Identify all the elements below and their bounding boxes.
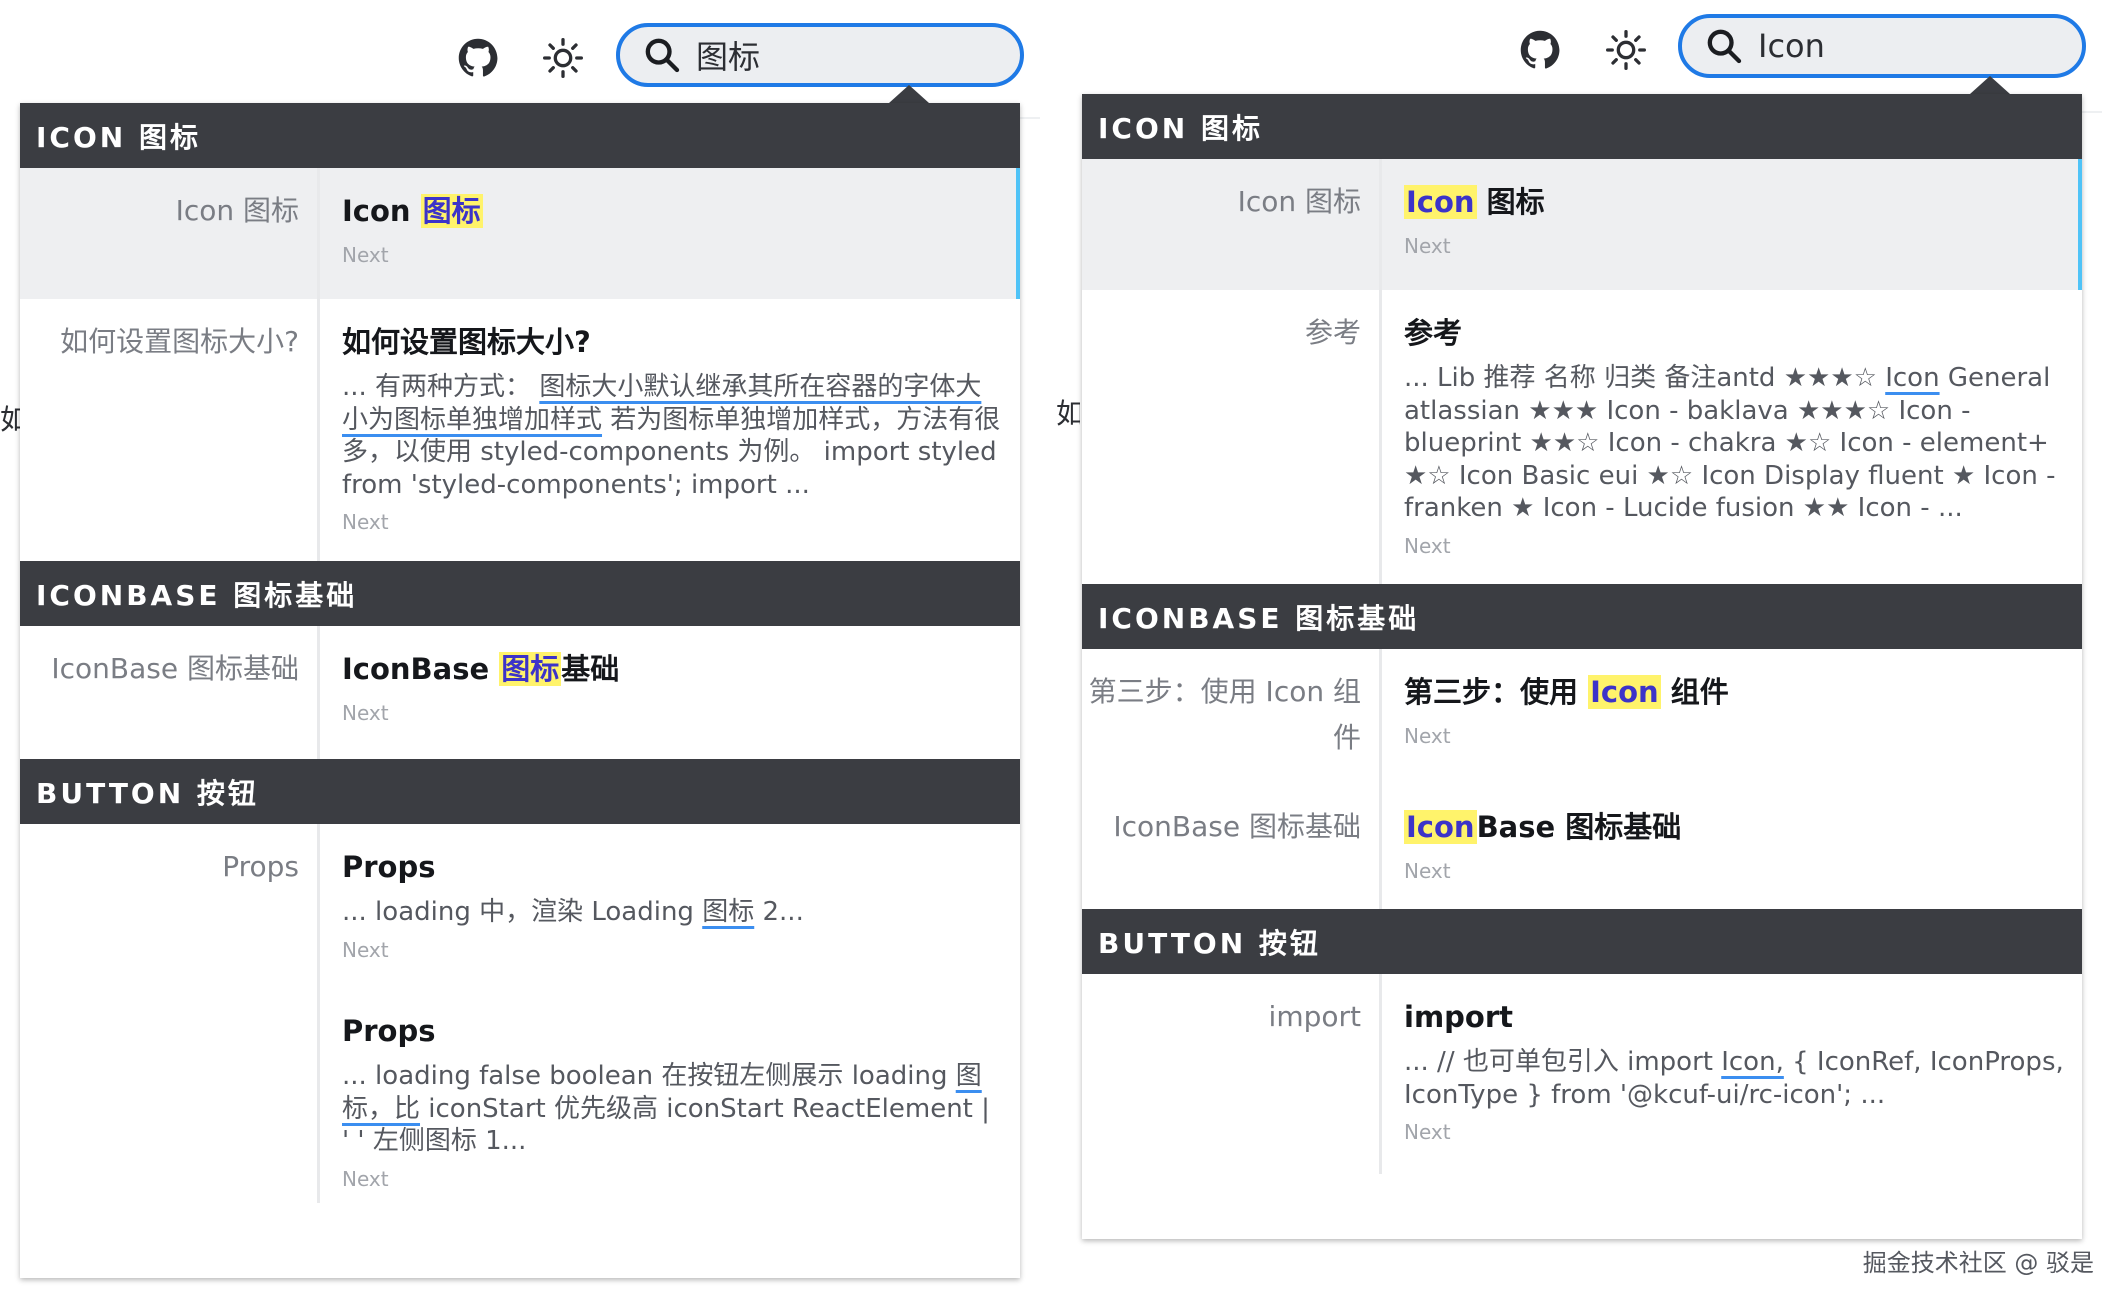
- hit-next-label: Next: [1404, 234, 1451, 258]
- search-hit[interactable]: import import ... // 也可单包引入 import Icon,…: [1082, 974, 2082, 1174]
- hit-content: IconBase 图标基础 Next: [1382, 784, 2082, 909]
- search-hit[interactable]: Icon 图标 Icon 图标 Next: [20, 168, 1020, 299]
- hit-category: Props: [20, 824, 320, 988]
- match-highlight: 图标: [420, 194, 483, 228]
- hit-next-label: Next: [342, 510, 389, 534]
- search-input[interactable]: [696, 36, 996, 74]
- hit-title: Icon 图标: [1404, 185, 1545, 219]
- match-underline: Icon,: [1721, 1047, 1784, 1077]
- sun-icon[interactable]: [541, 36, 585, 80]
- search-hit[interactable]: IconBase 图标基础 IconBase 图标基础 Next: [20, 626, 1020, 759]
- match-underline: 图标: [702, 897, 755, 927]
- search-box[interactable]: [616, 23, 1024, 87]
- hit-title: 第三步：使用 Icon 组件: [1404, 675, 1729, 709]
- hit-content: Props ... loading 中，渲染 Loading 图标 2... N…: [320, 824, 1020, 988]
- hit-snippet: ... Lib 推荐 名称 归类 备注antd ★★★☆ Icon Genera…: [1404, 363, 2056, 523]
- hit-category: Icon 图标: [20, 168, 320, 299]
- sun-icon[interactable]: [1604, 28, 1648, 72]
- hit-category: IconBase 图标基础: [20, 626, 320, 759]
- top-bar: [1056, 0, 2112, 100]
- left-pane: 如 ICON 图标 Icon 图标 Icon 图标 Next 如何设置图标大小?…: [0, 0, 1056, 1296]
- watermark: 掘金技术社区 @ 驳是: [1862, 1249, 2094, 1277]
- hit-category: Icon 图标: [1082, 159, 1382, 290]
- hit-content: Props ... loading false boolean 在按钮左侧展示 …: [320, 988, 1020, 1203]
- hit-snippet: ... 有两种方式： 图标大小默认继承其所在容器的字体大小为图标单独增加样式 若…: [342, 372, 1001, 500]
- hit-title: Props: [342, 1014, 436, 1048]
- match-highlight: Icon: [1404, 810, 1477, 844]
- hit-next-label: Next: [342, 243, 389, 267]
- hit-title: Props: [342, 850, 436, 884]
- background-text: 如: [1056, 397, 1080, 430]
- hit-title: import: [1404, 1000, 1514, 1034]
- section-header-icon: ICON 图标: [20, 103, 1020, 168]
- hit-next-label: Next: [342, 701, 389, 725]
- search-hit[interactable]: IconBase 图标基础 IconBase 图标基础 Next: [1082, 784, 2082, 909]
- hit-next-label: Next: [1404, 724, 1451, 748]
- section-header-icon: ICON 图标: [1082, 94, 2082, 159]
- hit-title: Icon 图标: [342, 194, 483, 228]
- hit-content: 第三步：使用 Icon 组件 Next: [1382, 649, 2082, 784]
- hit-category: [20, 988, 320, 1203]
- hit-content: import ... // 也可单包引入 import Icon, { Icon…: [1382, 974, 2082, 1174]
- hit-title: 如何设置图标大小?: [342, 325, 591, 359]
- github-icon[interactable]: [456, 36, 500, 80]
- search-input[interactable]: [1758, 27, 2058, 65]
- hit-snippet: ... loading 中，渲染 Loading 图标 2...: [342, 897, 804, 927]
- hit-content: Icon 图标 Next: [320, 168, 1020, 299]
- hit-content: 如何设置图标大小? ... 有两种方式： 图标大小默认继承其所在容器的字体大小为…: [320, 299, 1020, 561]
- hit-next-label: Next: [1404, 1120, 1451, 1144]
- hit-snippet: ... loading false boolean 在按钮左侧展示 loadin…: [342, 1061, 990, 1156]
- hit-next-label: Next: [342, 1166, 389, 1191]
- search-hit[interactable]: 参考 参考 ... Lib 推荐 名称 归类 备注antd ★★★☆ Icon …: [1082, 290, 2082, 584]
- hit-category: 如何设置图标大小?: [20, 299, 320, 561]
- github-icon[interactable]: [1518, 28, 1562, 72]
- hit-category: 第三步：使用 Icon 组件: [1082, 649, 1382, 784]
- search-hit[interactable]: 第三步：使用 Icon 组件 第三步：使用 Icon 组件 Next: [1082, 649, 2082, 784]
- match-highlight: Icon: [1588, 675, 1661, 709]
- hit-content: 参考 ... Lib 推荐 名称 归类 备注antd ★★★☆ Icon Gen…: [1382, 290, 2082, 584]
- search-icon: [645, 38, 680, 73]
- hit-title: IconBase 图标基础: [342, 652, 620, 686]
- match-highlight: 图标: [499, 652, 562, 686]
- hit-title: IconBase 图标基础: [1404, 810, 1682, 844]
- right-pane: 如 ICON 图标 Icon 图标 Icon 图标 Next 参考 参考 ...…: [1056, 0, 2112, 1296]
- hit-snippet: ... // 也可单包引入 import Icon, { IconRef, Ic…: [1404, 1047, 2064, 1110]
- dropdown-caret: [889, 85, 929, 103]
- search-box[interactable]: [1678, 14, 2086, 78]
- section-header-iconbase: ICONBASE 图标基础: [20, 561, 1020, 626]
- section-header-iconbase: ICONBASE 图标基础: [1082, 584, 2082, 649]
- search-dropdown: ICON 图标 Icon 图标 Icon 图标 Next 如何设置图标大小? 如…: [20, 103, 1020, 1278]
- hit-next-label: Next: [342, 937, 389, 962]
- hit-content: IconBase 图标基础 Next: [320, 626, 1020, 759]
- search-dropdown: ICON 图标 Icon 图标 Icon 图标 Next 参考 参考 ... L…: [1082, 94, 2082, 1239]
- hit-next-label: Next: [1404, 533, 1451, 558]
- search-hit[interactable]: 如何设置图标大小? 如何设置图标大小? ... 有两种方式： 图标大小默认继承其…: [20, 299, 1020, 561]
- hit-category: IconBase 图标基础: [1082, 784, 1382, 909]
- hit-title: 参考: [1404, 316, 1463, 350]
- section-header-button: BUTTON 按钮: [20, 759, 1020, 824]
- background-text: 如: [0, 403, 20, 436]
- hit-category: import: [1082, 974, 1382, 1174]
- hit-next-label: Next: [1404, 859, 1451, 883]
- hit-category: 参考: [1082, 290, 1382, 584]
- search-hit[interactable]: Props ... loading false boolean 在按钮左侧展示 …: [20, 988, 1020, 1203]
- search-hit[interactable]: Icon 图标 Icon 图标 Next: [1082, 159, 2082, 290]
- search-icon: [1707, 29, 1742, 64]
- search-hit[interactable]: Props Props ... loading 中，渲染 Loading 图标 …: [20, 824, 1020, 988]
- dropdown-caret: [1970, 76, 2010, 94]
- match-highlight: Icon: [1404, 185, 1477, 219]
- match-underline: Icon: [1885, 363, 1940, 393]
- section-header-button: BUTTON 按钮: [1082, 909, 2082, 974]
- hit-content: Icon 图标 Next: [1382, 159, 2082, 290]
